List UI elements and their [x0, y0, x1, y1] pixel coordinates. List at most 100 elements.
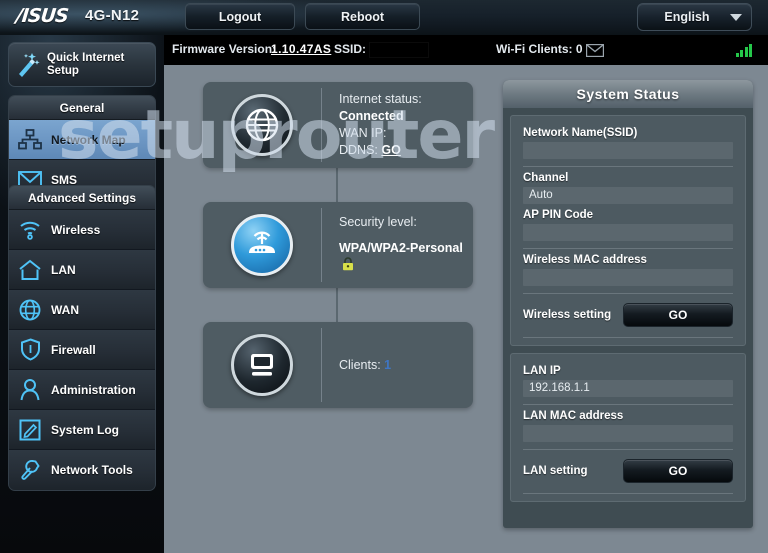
magic-wand-icon — [9, 52, 47, 78]
language-selector[interactable]: English — [637, 3, 752, 31]
ddns-go-link[interactable]: GO — [381, 143, 400, 157]
lan-setting-go-button[interactable]: GO — [623, 459, 733, 483]
sidebar-item-system-log[interactable]: System Log — [9, 410, 155, 450]
globe-icon — [203, 94, 321, 156]
wireless-mac-field-label: Wireless MAC address — [523, 254, 647, 266]
wifi-clients-status: Wi-Fi Clients: 0 — [496, 42, 583, 56]
lan-mac-field-label: LAN MAC address — [523, 410, 624, 422]
language-selector-label: English — [664, 10, 710, 24]
wan-ip-row: WAN IP: — [339, 125, 473, 142]
sidebar-group-advanced-title: Advanced Settings — [9, 186, 155, 210]
security-level-value: WPA/WPA2-Personal — [339, 241, 463, 255]
wireless-mac-row: Wireless MAC address — [511, 249, 745, 286]
lan-setting-row: LAN setting GO — [511, 450, 745, 486]
wan-ip-label: WAN IP: — [339, 126, 387, 140]
sidebar-item-network-tools-label: Network Tools — [51, 463, 133, 477]
channel-row: Channel Auto — [511, 167, 745, 204]
sidebar-navigation: Quick Internet Setup General Network Map — [0, 35, 164, 553]
system-status-wireless-block: Network Name(SSID) Channel Auto AP PIN C… — [510, 115, 746, 346]
sidebar-item-network-map-label: Network Map — [51, 132, 126, 147]
system-status-panel: System Status Network Name(SSID) Channel… — [503, 80, 753, 528]
sidebar-group-advanced: Advanced Settings Wireless LAN WAN Firew… — [8, 185, 156, 491]
logout-button[interactable]: Logout — [185, 3, 295, 30]
map-connector-line-2 — [336, 288, 338, 322]
person-icon — [9, 378, 51, 401]
card-divider — [321, 88, 322, 162]
security-level-card[interactable]: Security level: WPA/WPA2-Personal — [203, 202, 473, 288]
internet-status-label: Internet status: — [339, 92, 422, 106]
sidebar-group-general-title: General — [9, 96, 155, 120]
sidebar-item-network-tools[interactable]: Network Tools — [9, 450, 155, 490]
wrench-icon — [9, 459, 51, 481]
quick-setup-line1: Quick Internet — [47, 51, 125, 64]
sidebar-item-wan-label: WAN — [51, 302, 79, 317]
internet-status-body: Internet status: Connected WAN IP: DDNS:… — [321, 91, 473, 159]
top-bar: /ISUS 4G-N12 Logout Reboot English — [0, 0, 768, 35]
divider — [523, 337, 733, 338]
shield-icon — [9, 338, 51, 361]
card-divider — [321, 328, 322, 402]
ssid-field-label: Network Name(SSID) — [523, 127, 638, 139]
lan-mac-row: LAN MAC address — [511, 405, 745, 442]
router-icon — [203, 214, 321, 276]
quick-setup-line2: Setup — [47, 64, 79, 77]
firmware-version-label: Firmware Version: — [172, 42, 277, 56]
network-map-icon — [9, 128, 51, 151]
ap-pin-row: AP PIN Code — [511, 204, 745, 241]
router-admin-page: /ISUS 4G-N12 Logout Reboot English Firmw… — [0, 0, 768, 553]
sidebar-item-firewall[interactable]: Firewall — [9, 330, 155, 370]
security-level-value-row: WPA/WPA2-Personal — [339, 240, 473, 276]
quick-internet-setup-label: Quick Internet Setup — [47, 52, 124, 78]
clients-row: Clients: 1 — [339, 357, 473, 374]
lan-ip-field-value[interactable]: 192.168.1.1 — [523, 380, 733, 397]
ddns-label: DDNS: — [339, 143, 378, 157]
sidebar-item-administration[interactable]: Administration — [9, 370, 155, 410]
sidebar-item-network-map[interactable]: Network Map — [9, 120, 155, 160]
ssid-label: SSID: — [334, 42, 367, 56]
sidebar-item-wireless[interactable]: Wireless — [9, 210, 155, 250]
wireless-mac-field-value[interactable] — [523, 269, 733, 286]
ssid-row: Network Name(SSID) — [511, 122, 745, 159]
lan-setting-label: LAN setting — [523, 465, 588, 477]
ddns-row: DDNS: GO — [339, 142, 473, 159]
wifi-icon — [9, 220, 51, 240]
lan-ip-row: LAN IP 192.168.1.1 — [511, 360, 745, 397]
security-level-body: Security level: WPA/WPA2-Personal — [321, 214, 473, 276]
house-icon — [9, 259, 51, 281]
internet-status-card[interactable]: Internet status: Connected WAN IP: DDNS:… — [203, 82, 473, 168]
ssid-field-value[interactable] — [523, 142, 733, 159]
system-status-lan-block: LAN IP 192.168.1.1 LAN MAC address LAN s… — [510, 353, 746, 502]
computer-icon — [203, 334, 321, 396]
sidebar-item-wireless-label: Wireless — [51, 222, 101, 237]
ssid-value-field — [369, 42, 429, 58]
lan-mac-field-value[interactable] — [523, 425, 733, 442]
sidebar-item-firewall-label: Firewall — [51, 342, 96, 357]
divider — [523, 493, 733, 494]
router-model-name: 4G-N12 — [85, 7, 140, 24]
ap-pin-field-label: AP PIN Code — [523, 209, 594, 221]
globe-icon — [9, 299, 51, 321]
wireless-setting-go-button[interactable]: GO — [623, 303, 733, 327]
reboot-button[interactable]: Reboot — [305, 3, 420, 30]
ap-pin-field-value[interactable] — [523, 224, 733, 241]
asus-logo: /ISUS — [14, 5, 69, 27]
channel-field-value[interactable]: Auto — [523, 187, 733, 204]
channel-field-label: Channel — [523, 172, 569, 184]
map-connector-line-1 — [336, 168, 338, 202]
sidebar-item-lan[interactable]: LAN — [9, 250, 155, 290]
system-status-title: System Status — [503, 80, 753, 108]
clients-count: 1 — [384, 357, 392, 372]
lock-icon — [342, 257, 354, 276]
firmware-version-value[interactable]: 1.10.47AS — [271, 42, 331, 56]
sidebar-item-wan[interactable]: WAN — [9, 290, 155, 330]
clients-body: Clients: 1 — [321, 357, 473, 374]
card-divider — [321, 208, 322, 282]
sidebar-item-system-log-label: System Log — [51, 422, 120, 437]
internet-status-value: Connected — [339, 109, 404, 123]
envelope-icon[interactable] — [585, 43, 605, 58]
quick-internet-setup-button[interactable]: Quick Internet Setup — [8, 42, 156, 87]
security-level-label: Security level: — [339, 215, 417, 229]
wireless-setting-label: Wireless setting — [523, 309, 612, 321]
clients-card[interactable]: Clients: 1 — [203, 322, 473, 408]
signal-bars-icon — [735, 44, 752, 57]
